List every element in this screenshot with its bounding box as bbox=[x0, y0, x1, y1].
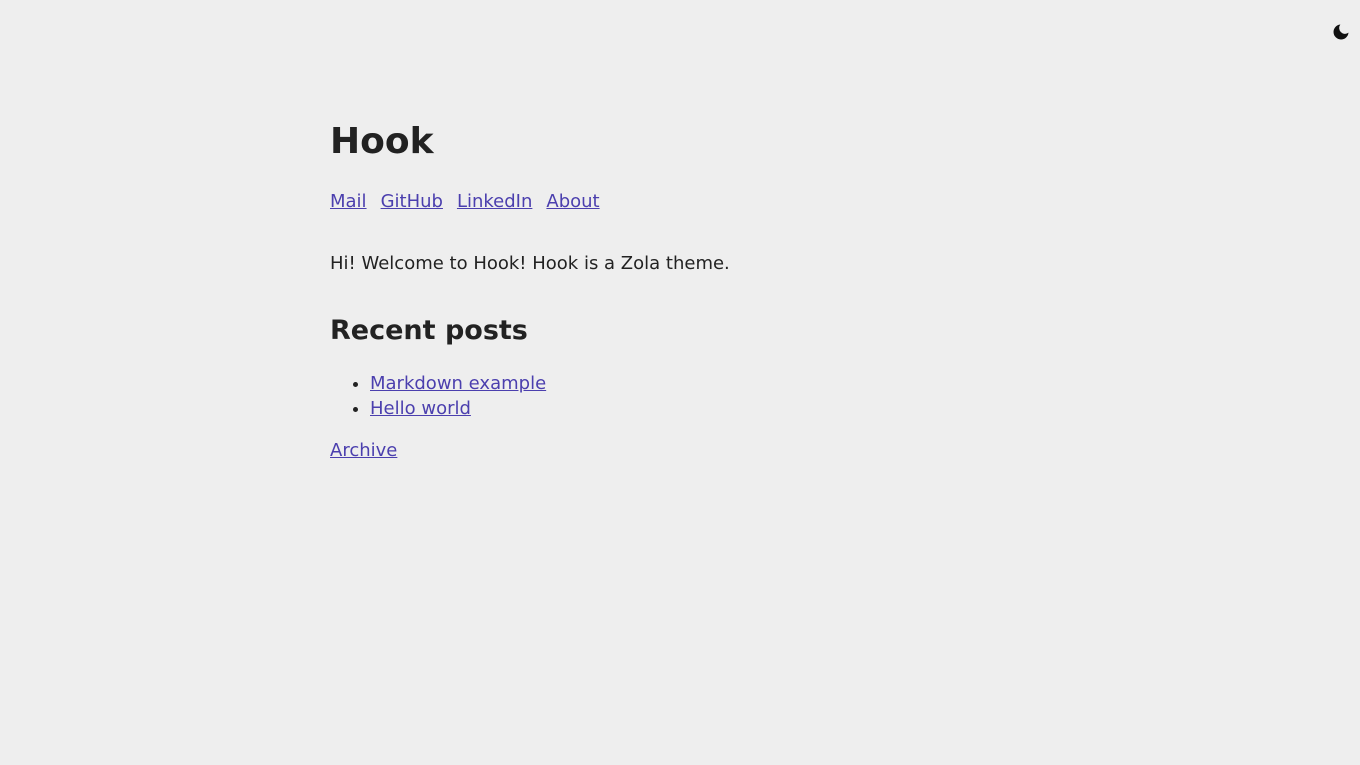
moon-icon bbox=[1331, 22, 1351, 42]
list-item: Markdown example bbox=[370, 371, 546, 396]
recent-posts-list: Markdown example Hello world bbox=[330, 371, 546, 421]
nav-link-github[interactable]: GitHub bbox=[381, 190, 443, 214]
recent-posts-heading: Recent posts bbox=[330, 315, 528, 346]
list-item: Hello world bbox=[370, 396, 546, 421]
nav-link-about[interactable]: About bbox=[546, 190, 599, 214]
post-link-markdown-example[interactable]: Markdown example bbox=[370, 373, 546, 394]
theme-toggle-button[interactable] bbox=[1329, 20, 1353, 44]
nav-link-linkedin[interactable]: LinkedIn bbox=[457, 190, 532, 214]
intro-text: Hi! Welcome to Hook! Hook is a Zola them… bbox=[330, 253, 730, 274]
site-title: Hook bbox=[330, 121, 434, 162]
post-link-hello-world[interactable]: Hello world bbox=[370, 398, 471, 419]
nav-link-mail[interactable]: Mail bbox=[330, 190, 367, 214]
archive-link[interactable]: Archive bbox=[330, 439, 397, 463]
social-nav: Mail GitHub LinkedIn About bbox=[330, 190, 600, 214]
